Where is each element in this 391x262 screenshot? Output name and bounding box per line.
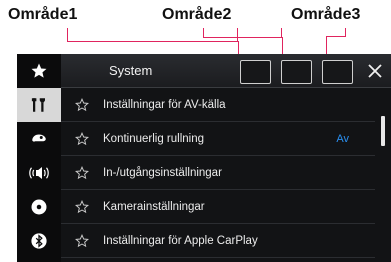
list-item-label: Inställningar för Apple CarPlay	[103, 234, 258, 247]
sidebar-item-audio[interactable]	[17, 156, 61, 190]
list-item-label: Kontinuerlig rullning	[103, 132, 205, 145]
scrollbar-thumb[interactable]	[381, 116, 385, 146]
callout-area2: Område2	[162, 6, 232, 23]
close-button[interactable]	[363, 59, 387, 83]
head-unit-screen: System Inställningar för AV-källa Kontin…	[17, 54, 391, 262]
title-bar: System	[61, 54, 391, 88]
scrollbar[interactable]	[379, 92, 387, 258]
sidebar-item-bluetooth[interactable]	[17, 224, 61, 258]
leader-line-area2	[203, 28, 282, 38]
speaker-icon	[29, 167, 49, 179]
list-item-label: In-/utgångsinställningar	[103, 166, 222, 179]
list-item-carplay-settings[interactable]: Inställningar för Apple CarPlay	[61, 224, 375, 258]
settings-list: Inställningar för AV-källa Kontinuerlig …	[61, 88, 391, 262]
list-item-label: Inställningar för AV-källa	[103, 98, 226, 111]
star-icon	[31, 63, 47, 78]
list-item-av-source-settings[interactable]: Inställningar för AV-källa	[61, 88, 375, 122]
sidebar-item-system[interactable]	[17, 88, 61, 122]
callout-area1: Område1	[8, 6, 78, 23]
area3-slot[interactable]	[322, 60, 353, 84]
sidebar-item-vehicle[interactable]	[17, 122, 61, 156]
area2-slot[interactable]	[281, 60, 312, 84]
favorite-star-icon[interactable]	[67, 131, 97, 146]
sidebar	[17, 54, 61, 262]
callout-area3: Område3	[291, 6, 361, 23]
tools-icon	[31, 98, 45, 112]
setting-value: Av	[336, 132, 349, 145]
leader-line-area3	[326, 28, 346, 37]
sidebar-item-disc[interactable]	[17, 190, 61, 224]
list-item-io-settings[interactable]: In-/utgångsinställningar	[61, 156, 375, 190]
area1-slot[interactable]	[240, 60, 271, 84]
disc-icon	[31, 199, 47, 215]
list-item-continuous-scroll[interactable]: Kontinuerlig rullning Av	[61, 122, 375, 156]
close-icon	[368, 64, 382, 78]
favorite-star-icon[interactable]	[67, 97, 97, 112]
list-item-label: Kamerainställningar	[103, 200, 205, 213]
bluetooth-icon	[31, 233, 47, 249]
list-item-camera-settings[interactable]: Kamerainställningar	[61, 190, 375, 224]
page-title: System	[109, 63, 153, 78]
sidebar-item-favorites[interactable]	[17, 54, 61, 88]
favorite-star-icon[interactable]	[67, 165, 97, 180]
favorite-star-icon[interactable]	[67, 233, 97, 248]
car-icon	[32, 134, 46, 142]
favorite-star-icon[interactable]	[67, 199, 97, 214]
